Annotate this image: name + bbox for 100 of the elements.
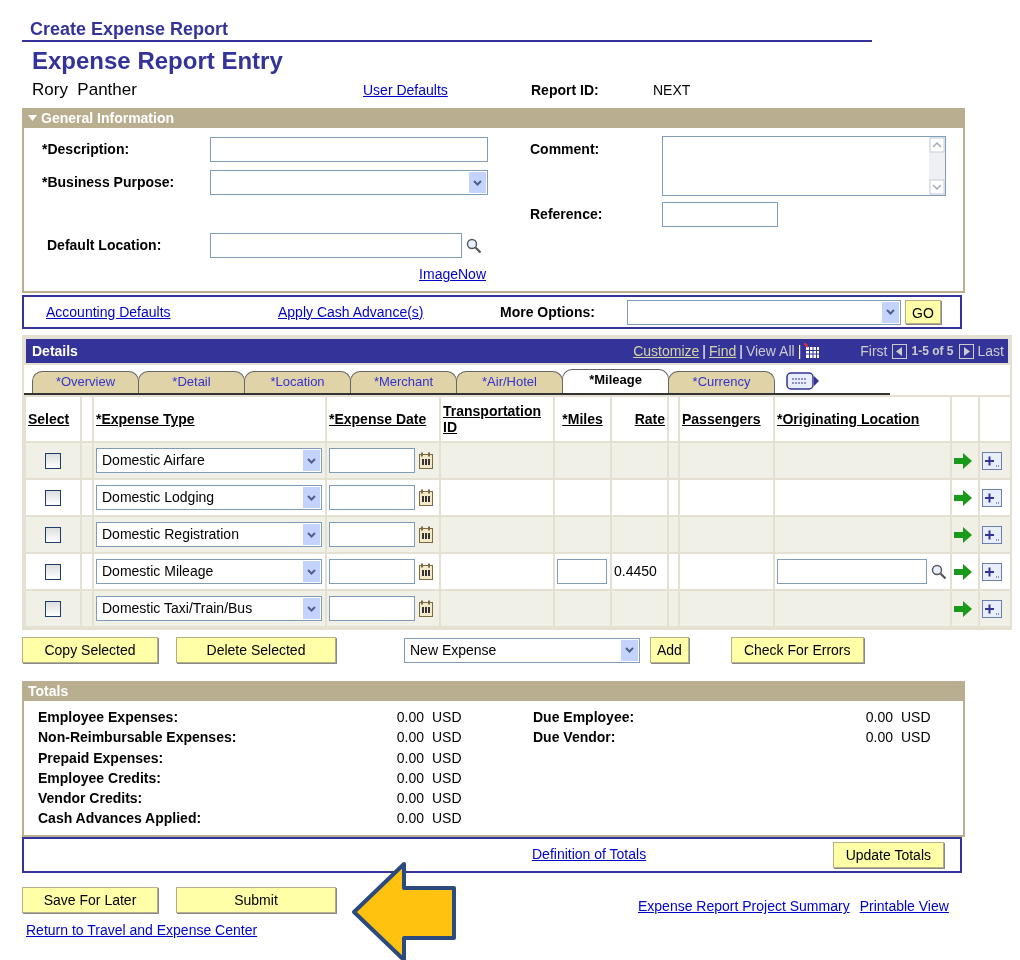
right-arrow-icon[interactable] xyxy=(954,526,972,543)
section-title: Totals xyxy=(28,682,69,701)
checkbox[interactable] xyxy=(45,452,61,469)
checkbox[interactable] xyxy=(45,526,61,543)
report-id-label: Report ID: xyxy=(531,80,600,100)
add-row-icon[interactable] xyxy=(982,599,1002,618)
expense-type-dropdown[interactable]: Domestic Taxi/Train/Bus xyxy=(96,596,322,621)
total-label: Due Vendor: xyxy=(533,728,617,748)
total-label: Cash Advances Applied: xyxy=(38,809,203,829)
miles-field[interactable] xyxy=(557,559,607,584)
date-field[interactable] xyxy=(329,596,415,621)
accounting-defaults-link[interactable]: Accounting Defaults xyxy=(46,301,278,323)
expense-type-dropdown[interactable]: Domestic Lodging xyxy=(96,485,322,510)
tab[interactable]: *Location xyxy=(244,371,351,393)
calendar-icon[interactable] xyxy=(419,489,433,506)
date-field[interactable] xyxy=(329,485,415,510)
expense-type-dropdown[interactable]: Domestic Registration xyxy=(96,522,322,547)
currency-label: USD xyxy=(432,708,462,727)
column-header[interactable]: Select xyxy=(25,396,81,442)
collapse-triangle-icon[interactable] xyxy=(28,115,37,121)
currency-label: USD xyxy=(901,708,931,727)
currency-label: USD xyxy=(901,728,931,748)
more-options-label: More Options: xyxy=(500,302,596,322)
printable-view-link[interactable]: Printable View xyxy=(859,896,949,918)
row-range: 1-5 of 5 xyxy=(911,343,954,360)
date-field[interactable] xyxy=(329,559,415,584)
comment-box[interactable] xyxy=(662,136,946,196)
amount-value: 0.00 xyxy=(864,728,893,748)
currency-label: USD xyxy=(432,789,462,809)
add-row-icon[interactable] xyxy=(982,451,1002,470)
add-row-icon[interactable] xyxy=(982,488,1002,507)
page-title: Expense Report Entry xyxy=(31,46,284,76)
copy-selected-button[interactable]: Copy Selected xyxy=(22,637,158,663)
view-all-text: View All xyxy=(745,341,795,361)
input-field[interactable] xyxy=(210,137,488,162)
search-icon[interactable] xyxy=(931,563,947,580)
location-field[interactable] xyxy=(777,559,927,584)
download-grid-icon[interactable] xyxy=(804,343,821,359)
tab[interactable]: *Air/Hotel xyxy=(456,371,563,393)
return-link[interactable]: Return to Travel and Expense Center xyxy=(26,919,258,941)
update-totals-button[interactable]: Update Totals xyxy=(832,841,944,868)
amount-value: 0.00 xyxy=(395,768,424,788)
field-label: *Business Purpose: xyxy=(42,173,176,192)
total-label: Prepaid Expenses: xyxy=(38,748,165,768)
tab[interactable]: *Overview xyxy=(32,371,139,393)
section-title: General Information xyxy=(41,109,175,128)
expense-type-dropdown[interactable]: Domestic Mileage xyxy=(96,559,322,584)
search-icon[interactable] xyxy=(466,237,482,254)
separator: | xyxy=(702,341,706,361)
employee-name: Rory Panther xyxy=(32,79,138,102)
currency-label: USD xyxy=(432,748,462,768)
tab[interactable]: *Detail xyxy=(138,371,245,393)
find-link[interactable]: Find xyxy=(709,340,737,362)
amount-value: 0.00 xyxy=(395,809,424,829)
field-label: *Description: xyxy=(42,140,131,159)
add-row-icon[interactable] xyxy=(982,562,1002,581)
calendar-icon[interactable] xyxy=(419,600,433,617)
right-arrow-icon[interactable] xyxy=(954,600,972,617)
calendar-icon[interactable] xyxy=(419,563,433,580)
apply-cash-advance-link[interactable]: Apply Cash Advance(s) xyxy=(278,301,500,323)
user-defaults-link[interactable]: User Defaults xyxy=(363,79,531,101)
calendar-icon[interactable] xyxy=(419,526,433,543)
right-arrow-icon[interactable] xyxy=(954,563,972,580)
right-arrow-icon[interactable] xyxy=(954,452,972,469)
total-label: Due Employee: xyxy=(533,708,636,727)
checkbox[interactable] xyxy=(45,489,61,506)
column-header[interactable]: *Expense Type xyxy=(93,396,326,442)
amount-value: 0.00 xyxy=(395,708,424,727)
tab-scroll-icon[interactable] xyxy=(786,371,820,391)
field-label: Reference: xyxy=(530,205,604,224)
new-expense-dropdown[interactable]: New Expense xyxy=(404,637,640,663)
checkbox[interactable] xyxy=(45,563,61,580)
business-purpose-dropdown[interactable] xyxy=(210,170,488,195)
amount-value: 0.00 xyxy=(395,748,424,768)
reference-field[interactable] xyxy=(662,202,778,227)
right-arrow-icon[interactable] xyxy=(954,489,972,506)
tab[interactable]: *Currency xyxy=(668,371,775,393)
definition-of-totals-link[interactable]: Definition of Totals xyxy=(532,844,647,866)
report-id-value: NEXT xyxy=(653,80,691,100)
go-button[interactable]: GO xyxy=(905,300,941,324)
field-label: Default Location: xyxy=(46,236,163,255)
save-for-later-button[interactable]: Save For Later xyxy=(22,886,158,913)
more-options-dropdown[interactable] xyxy=(627,299,901,325)
check-for-errors-button[interactable]: Check For Errors xyxy=(730,637,864,663)
submit-button[interactable]: Submit xyxy=(176,886,336,913)
tab[interactable]: *Merchant xyxy=(350,371,457,393)
currency-label: USD xyxy=(432,728,462,748)
total-label: Non-Reimbursable Expenses: xyxy=(38,728,238,748)
calendar-icon[interactable] xyxy=(419,452,433,469)
project-summary-link[interactable]: Expense Report Project Summary xyxy=(638,896,850,918)
delete-selected-button[interactable]: Delete Selected xyxy=(176,637,336,663)
add-row-icon[interactable] xyxy=(982,525,1002,544)
customize-link[interactable]: Customize xyxy=(633,340,700,362)
add-button[interactable]: Add xyxy=(650,637,689,663)
expense-type-dropdown[interactable]: Domestic Airfare xyxy=(96,448,322,473)
imagenow-link[interactable]: ImageNow xyxy=(419,266,486,282)
checkbox[interactable] xyxy=(45,600,61,617)
date-field[interactable] xyxy=(329,448,415,473)
input-field[interactable] xyxy=(210,233,462,258)
date-field[interactable] xyxy=(329,522,415,547)
